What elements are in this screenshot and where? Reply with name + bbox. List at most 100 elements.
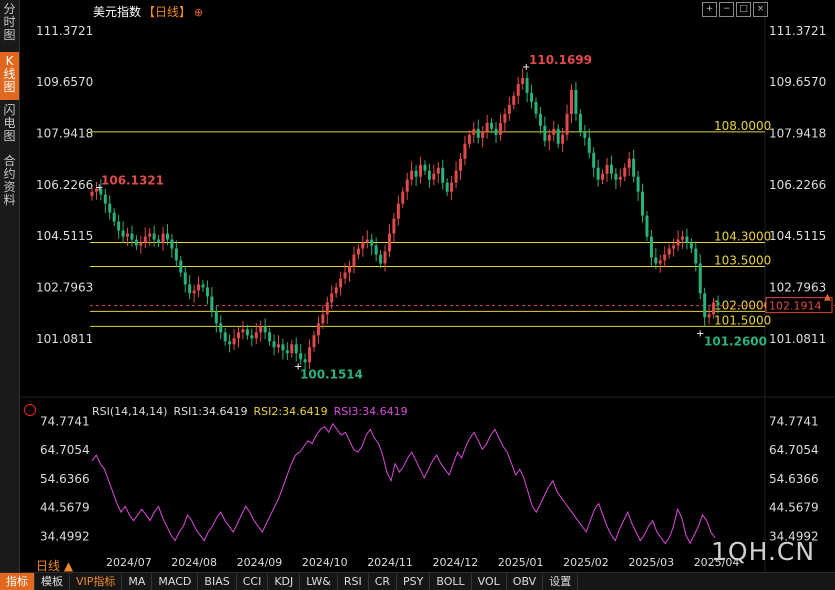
candle-body [632, 158, 636, 177]
candle-body [618, 176, 622, 180]
candle-body [396, 203, 400, 219]
candle-body [490, 122, 494, 129]
candle-body [254, 332, 258, 339]
x-axis-label: 2024/12 [433, 556, 479, 569]
candle-body [223, 332, 227, 342]
candle-body [343, 272, 347, 279]
k-ytick-left: 104.5115 [36, 229, 93, 243]
candle-body [219, 323, 223, 333]
candle-body [627, 158, 631, 168]
maximize-icon[interactable]: □ [736, 2, 751, 17]
indicator-tab-2[interactable]: VIP指标 [70, 573, 123, 590]
candle-body [245, 329, 249, 336]
candle-body [272, 341, 276, 348]
candle-body [605, 164, 609, 174]
candle-body [361, 242, 365, 249]
candle-body [530, 92, 534, 102]
zoom-out-icon[interactable]: − [719, 2, 734, 17]
candle-body [672, 245, 676, 249]
period-selector[interactable]: 【日线】 [143, 5, 191, 19]
indicator-tab-5[interactable]: BIAS [198, 573, 237, 590]
candle-body [663, 254, 667, 261]
x-axis-label: 2024/08 [171, 556, 217, 569]
indicator-tab-12[interactable]: BOLL [430, 573, 472, 590]
candle-body [365, 239, 369, 243]
extreme-label: 100.1514 [300, 368, 363, 382]
candle-body [148, 233, 152, 237]
rsi-ytick-left: 44.5679 [40, 501, 90, 515]
candle-body [374, 245, 378, 255]
zoom-in-icon[interactable]: + [702, 2, 717, 17]
indicator-tab-10[interactable]: CR [369, 573, 398, 590]
indicator-tab-14[interactable]: OBV [507, 573, 544, 590]
x-axis-label: 2025/01 [498, 556, 544, 569]
candle-body [716, 302, 720, 306]
k-ytick-right: 107.9418 [769, 127, 826, 141]
candle-body [210, 296, 214, 312]
extreme-label: 110.1699 [529, 53, 592, 67]
candle-body [525, 77, 529, 93]
candle-body [214, 311, 218, 324]
candle-body [583, 131, 587, 138]
indicator-tab-7[interactable]: KDJ [268, 573, 301, 590]
k-ytick-right: 101.0811 [769, 332, 826, 346]
candle-body [259, 326, 263, 333]
candle-body [232, 338, 236, 345]
rsi-ytick-right: 64.7054 [769, 443, 819, 457]
indicator-tab-9[interactable]: RSI [338, 573, 369, 590]
indicator-tab-8[interactable]: LW& [300, 573, 338, 590]
candle-body [512, 95, 516, 105]
candle-body [205, 287, 209, 297]
candle-body [308, 347, 312, 363]
candle-body [436, 167, 440, 174]
candle-body [276, 344, 280, 348]
candle-body [463, 143, 467, 159]
indicator-tab-4[interactable]: MACD [152, 573, 199, 590]
candle-body [556, 128, 560, 144]
candle-body [498, 122, 502, 135]
indicator-tab-6[interactable]: CCI [237, 573, 269, 590]
candle-body [139, 242, 143, 246]
candle-body [117, 221, 121, 231]
x-axis-label: 2025/02 [563, 556, 609, 569]
candle-body [614, 173, 618, 180]
current-price-marker: ▲ [824, 293, 831, 303]
rsi-ytick-left: 54.6366 [40, 472, 90, 486]
candle-body [121, 230, 125, 237]
candle-body [419, 164, 423, 177]
indicator-tab-11[interactable]: PSY [397, 573, 431, 590]
candle-body [161, 233, 165, 243]
indicator-tab-13[interactable]: VOL [472, 573, 507, 590]
gear-icon[interactable]: ⊕ [194, 6, 203, 19]
candle-body [228, 341, 232, 345]
indicator-settings-icon[interactable] [24, 404, 36, 416]
candle-body [592, 152, 596, 168]
candle-body [569, 89, 573, 114]
candle-body [405, 179, 409, 192]
indicator-tab-0[interactable]: 指标 [0, 573, 35, 590]
indicator-tab-3[interactable]: MA [122, 573, 153, 590]
close-icon[interactable]: × [753, 2, 768, 17]
candle-body [565, 113, 569, 135]
candle-body [188, 284, 192, 294]
candle-body [538, 113, 542, 126]
candle-body [170, 239, 174, 249]
candle-body [596, 167, 600, 180]
rsi-line [91, 422, 716, 545]
candle-body [299, 353, 303, 360]
candle-body [352, 254, 356, 267]
candle-body [472, 128, 476, 135]
indicator-tab-15[interactable]: 设置 [543, 573, 579, 590]
indicator-tab-1[interactable]: 模板 [35, 573, 70, 590]
candle-body [157, 239, 161, 243]
candle-body [676, 239, 680, 246]
candle-body [90, 191, 94, 197]
k-ytick-right: 111.3721 [769, 24, 826, 38]
watermark: 1QH.CN [711, 537, 816, 566]
rsi1-value: RSI1:34.6419 [173, 405, 248, 418]
x-axis-label: 2025/03 [628, 556, 674, 569]
candle-body [703, 293, 707, 318]
candle-body [383, 251, 387, 264]
candle-body [192, 290, 196, 294]
k-ytick-right: 102.7963 [769, 281, 826, 295]
